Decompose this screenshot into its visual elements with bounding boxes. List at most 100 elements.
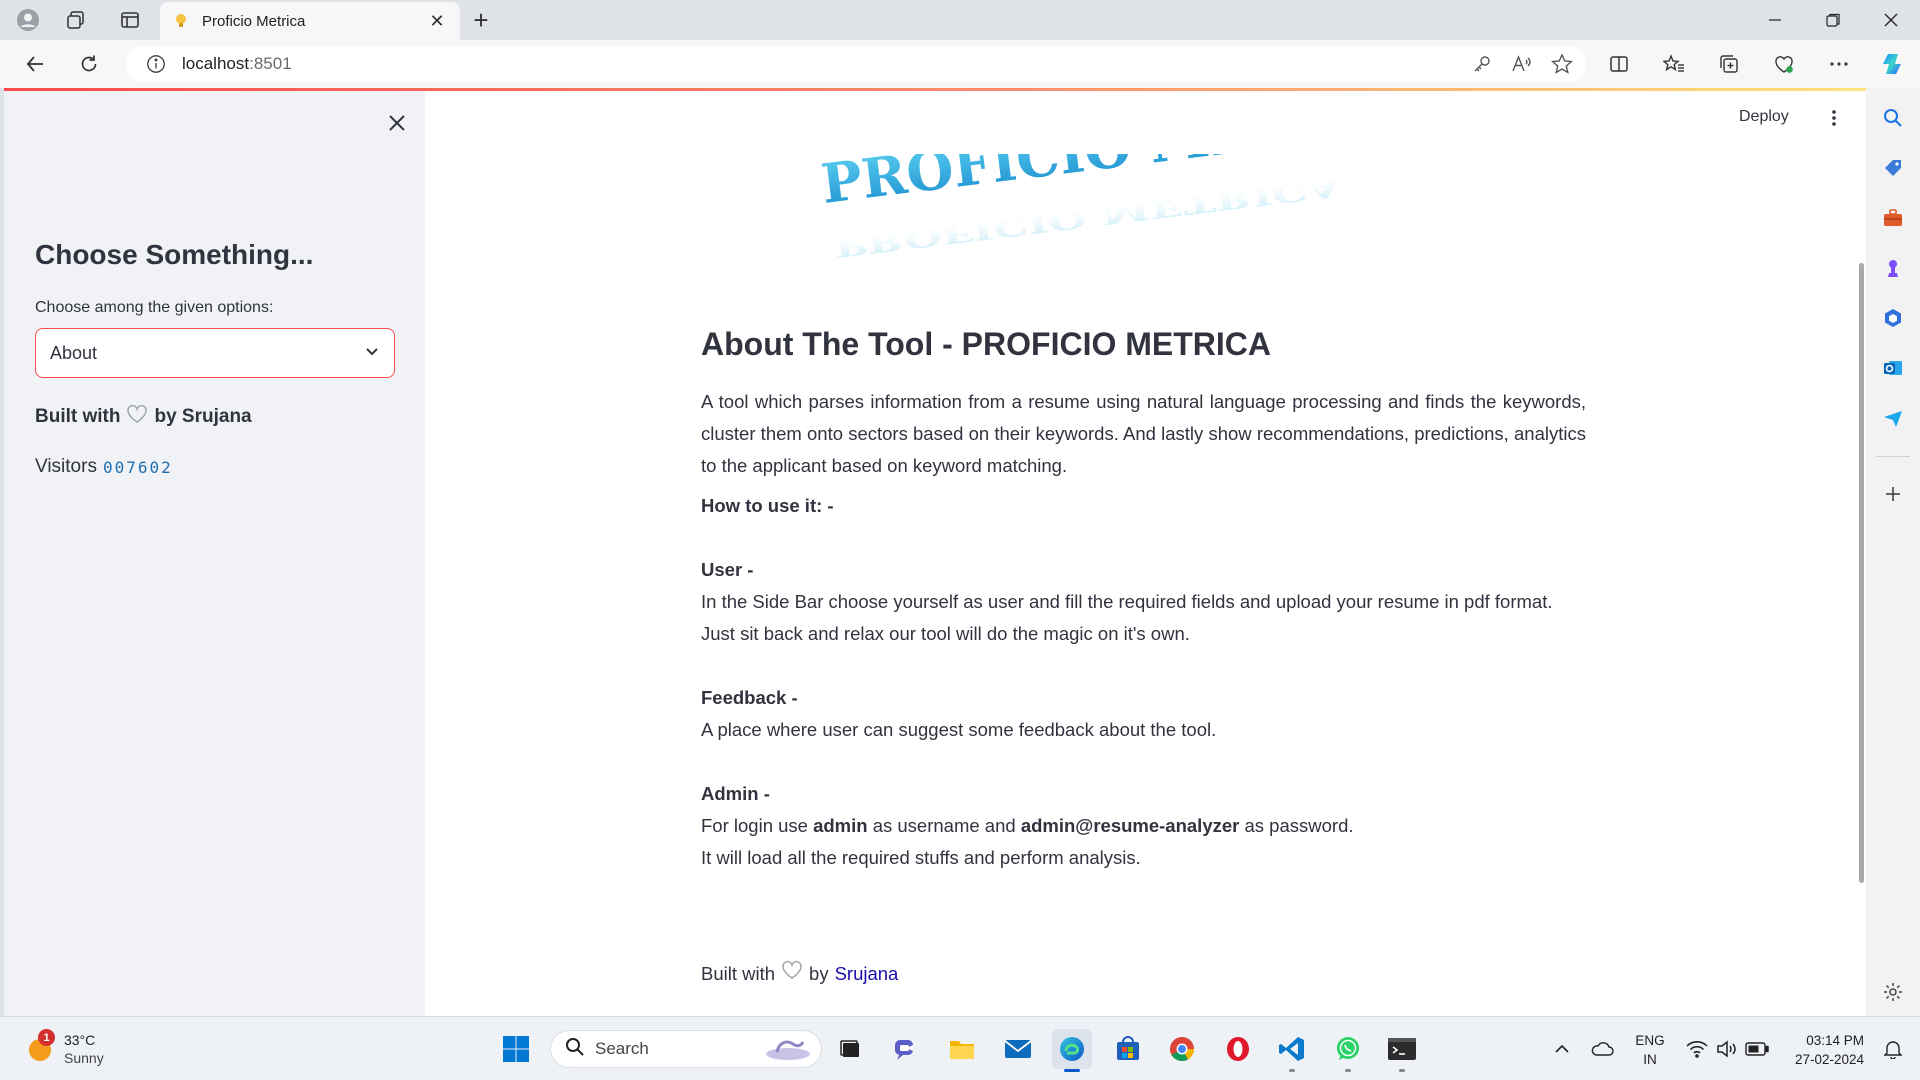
- outlook-icon[interactable]: [1879, 354, 1907, 382]
- browser-tab-strip: Proficio Metrica ✕ +: [0, 0, 1920, 40]
- visitor-count: 007602: [102, 457, 173, 477]
- select-value: About: [50, 342, 98, 363]
- weather-temperature: 33°C: [64, 1032, 96, 1048]
- new-tab-button[interactable]: +: [466, 5, 496, 35]
- back-button[interactable]: [18, 48, 52, 80]
- heart-icon: [781, 958, 803, 990]
- reload-button[interactable]: [72, 48, 106, 80]
- close-window-button[interactable]: [1862, 0, 1920, 40]
- add-icon[interactable]: [1879, 480, 1907, 508]
- select-label: Choose among the given options:: [35, 299, 274, 316]
- games-icon[interactable]: [1879, 254, 1907, 282]
- heart-icon: [126, 404, 148, 430]
- workspaces-icon[interactable]: [58, 4, 94, 36]
- system-clock[interactable]: 03:14 PM 27-02-2024: [1784, 1031, 1864, 1069]
- url-text: localhost:8501: [182, 54, 292, 73]
- task-view-icon[interactable]: [830, 1029, 870, 1069]
- wifi-icon[interactable]: [1684, 1029, 1710, 1069]
- terminal-icon[interactable]: [1382, 1029, 1422, 1072]
- start-button[interactable]: [496, 1029, 536, 1069]
- search-icon: [565, 1037, 585, 1062]
- shopping-tag-icon[interactable]: [1879, 154, 1907, 182]
- weather-description: Sunny: [64, 1050, 104, 1066]
- user-line-1: In the Side Bar choose yourself as user …: [701, 591, 1553, 612]
- tab-close-icon[interactable]: ✕: [426, 10, 448, 32]
- weather-widget[interactable]: 1 33°C Sunny: [26, 1029, 104, 1067]
- feedback-heading: Feedback -: [701, 687, 798, 708]
- browser-essentials-icon[interactable]: [1767, 48, 1801, 80]
- deploy-button[interactable]: Deploy: [1739, 108, 1789, 126]
- drop-send-icon[interactable]: [1879, 404, 1907, 432]
- passwords-key-icon[interactable]: [1468, 50, 1496, 78]
- tools-briefcase-icon[interactable]: [1879, 204, 1907, 232]
- footer-built-with: Built with by Srujana: [701, 958, 1586, 990]
- admin-line-2: It will load all the required stuffs and…: [701, 847, 1141, 868]
- browser-toolbar: localhost:8501: [0, 40, 1920, 88]
- show-hidden-icons-chevron-up-icon[interactable]: [1550, 1029, 1574, 1069]
- sidebar-heading: Choose Something...: [35, 239, 314, 270]
- sidebar-close-icon[interactable]: [382, 108, 412, 138]
- vscode-icon[interactable]: [1272, 1029, 1312, 1072]
- minimize-button[interactable]: [1746, 0, 1804, 40]
- profile-icon[interactable]: [10, 4, 46, 36]
- sun-icon: 1: [26, 1029, 55, 1063]
- user-heading: User -: [701, 559, 754, 580]
- edge-browser-icon[interactable]: [1052, 1029, 1092, 1072]
- tab-title: Proficio Metrica: [202, 12, 306, 30]
- author-link[interactable]: Srujana: [835, 958, 899, 990]
- battery-icon[interactable]: [1744, 1029, 1770, 1069]
- input-language[interactable]: ENG IN: [1630, 1031, 1670, 1069]
- page-scrollbar[interactable]: [1859, 263, 1864, 883]
- teams-chat-icon[interactable]: [886, 1029, 926, 1069]
- favorites-icon[interactable]: [1657, 48, 1691, 80]
- address-bar[interactable]: localhost:8501: [126, 46, 1586, 82]
- split-screen-icon[interactable]: [1602, 48, 1636, 80]
- admin-line-1: For login use admin as username and admi…: [701, 815, 1354, 836]
- sidebar-built-with: Built with by Srujana: [35, 404, 252, 430]
- file-explorer-icon[interactable]: [942, 1029, 982, 1069]
- collections-icon[interactable]: [1712, 48, 1746, 80]
- whatsapp-icon[interactable]: [1328, 1029, 1368, 1072]
- streamlit-favicon-icon: [172, 12, 190, 30]
- clock-time: 03:14 PM: [1806, 1033, 1864, 1048]
- chrome-icon[interactable]: [1162, 1029, 1202, 1069]
- clock-date: 27-02-2024: [1794, 1052, 1864, 1067]
- favorite-star-icon[interactable]: [1548, 50, 1576, 78]
- volume-icon[interactable]: [1714, 1029, 1740, 1069]
- running-app-indicator: [1345, 1069, 1351, 1072]
- windows-taskbar: 1 33°C Sunny Search ENG IN 03:14 PM 27-0…: [0, 1016, 1920, 1080]
- search-icon[interactable]: [1879, 104, 1907, 132]
- page-viewport: Choose Something... Choose among the giv…: [4, 88, 1866, 1016]
- admin-heading: Admin -: [701, 783, 770, 804]
- search-highlight-icon: [763, 1032, 813, 1067]
- option-select[interactable]: About: [35, 328, 395, 378]
- how-to-heading: How to use it: -: [701, 495, 834, 516]
- settings-gear-icon[interactable]: [1879, 978, 1907, 1006]
- feedback-line: A place where user can suggest some feed…: [701, 719, 1217, 740]
- taskbar-search[interactable]: Search: [550, 1030, 822, 1068]
- read-aloud-icon[interactable]: [1508, 50, 1536, 78]
- opera-icon[interactable]: [1218, 1029, 1258, 1069]
- active-app-indicator: [1064, 1069, 1080, 1072]
- user-line-2: Just sit back and relax our tool will do…: [701, 623, 1190, 644]
- microsoft365-icon[interactable]: [1879, 304, 1907, 332]
- mail-icon[interactable]: [998, 1029, 1038, 1069]
- tab-proficio-metrica[interactable]: Proficio Metrica ✕: [160, 2, 460, 40]
- visitors-counter: Visitors 007602: [35, 456, 173, 477]
- restore-button[interactable]: [1804, 0, 1862, 40]
- running-app-indicator: [1289, 1069, 1295, 1072]
- weather-alert-badge: 1: [38, 1029, 55, 1046]
- main-menu-icon[interactable]: [1824, 106, 1844, 130]
- more-options-icon[interactable]: [1822, 48, 1856, 80]
- edge-sidebar-divider: [1876, 456, 1910, 457]
- copilot-icon[interactable]: [1876, 48, 1910, 80]
- running-app-indicator: [1399, 1069, 1405, 1072]
- page-title: About The Tool - PROFICIO METRICA: [701, 326, 1271, 362]
- proficio-banner-logo: PROFICIO METRICA PROFICIO METRICA: [814, 88, 1514, 268]
- site-info-icon[interactable]: [146, 54, 166, 74]
- onedrive-cloud-icon[interactable]: [1588, 1029, 1616, 1069]
- search-placeholder: Search: [595, 1039, 649, 1058]
- store-icon[interactable]: [1108, 1029, 1148, 1069]
- notifications-bell-icon[interactable]: [1880, 1029, 1906, 1069]
- tab-actions-icon[interactable]: [112, 4, 148, 36]
